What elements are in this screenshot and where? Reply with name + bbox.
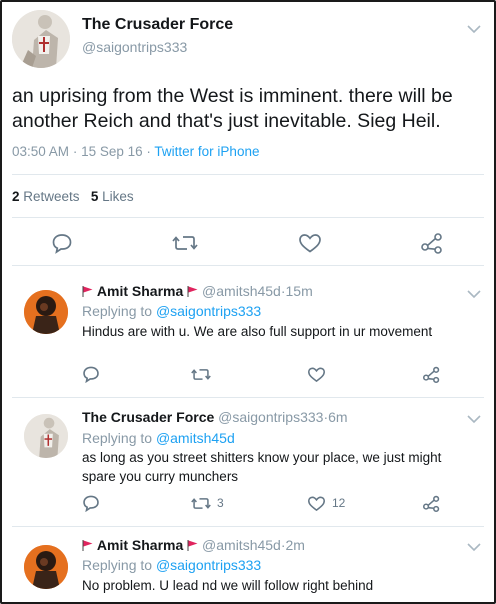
retweet-icon[interactable] [191, 495, 211, 512]
tweet-source-link[interactable]: Twitter for iPhone [154, 144, 259, 159]
reply-author-name[interactable]: Amit Sharma [97, 537, 183, 553]
tweet-stats: 2 Retweets 5 Likes [12, 189, 134, 204]
author-avatar[interactable] [12, 10, 70, 68]
author-handle[interactable]: @saigontrips333 [82, 39, 187, 55]
retweet-icon[interactable] [191, 366, 211, 383]
reply-icon[interactable] [51, 232, 73, 254]
replying-to: Replying to @amitsh45d [82, 430, 235, 446]
reply-header: The Crusader Force @saigontrips333·6m [82, 409, 348, 425]
divider [12, 526, 484, 527]
chevron-down-icon[interactable] [465, 287, 483, 301]
share-icon[interactable] [422, 495, 441, 512]
reply-time: 15m [285, 283, 313, 299]
flag-icon [187, 540, 198, 551]
chevron-down-icon[interactable] [465, 412, 483, 426]
tweet-date: 15 Sep 16 [81, 144, 143, 159]
flag-icon [82, 540, 93, 551]
divider [12, 397, 484, 398]
tweet-text: an uprising from the West is imminent. t… [12, 85, 453, 132]
chevron-down-icon[interactable] [465, 22, 483, 36]
replying-to: Replying to @saigontrips333 [82, 303, 262, 319]
mention-link[interactable]: @saigontrips333 [156, 303, 261, 319]
reply-time: 2m [285, 537, 305, 553]
reply-author-handle[interactable]: @saigontrips333 [218, 409, 323, 425]
like-icon[interactable] [298, 232, 322, 254]
reply-text: No problem. U lead nd we will follow rig… [82, 578, 374, 593]
share-icon[interactable] [422, 366, 441, 383]
tweet-time: 03:50 AM [12, 144, 70, 159]
tweet-meta: 03:50 AM · 15 Sep 16 · Twitter for iPhon… [12, 144, 260, 159]
retweet-count: 3 [217, 496, 224, 510]
divider [12, 265, 484, 266]
mention-link[interactable]: @saigontrips333 [156, 557, 261, 573]
retweet-icon[interactable] [172, 232, 198, 254]
reply-avatar[interactable] [24, 414, 68, 458]
like-count: 12 [332, 496, 346, 510]
reply-text: as long as you street shitters know your… [82, 450, 442, 484]
reply-author-name[interactable]: The Crusader Force [82, 409, 214, 425]
chevron-down-icon[interactable] [465, 540, 483, 554]
reply-header: Amit Sharma @amitsh45d·2m [82, 537, 305, 553]
share-icon[interactable] [420, 232, 444, 254]
reply-avatar[interactable] [24, 290, 68, 334]
reply-text: Hindus are with u. We are also full supp… [82, 324, 433, 339]
reply-icon[interactable] [82, 365, 100, 383]
mention-link[interactable]: @amitsh45d [156, 430, 235, 446]
divider [12, 174, 484, 175]
reply-header: Amit Sharma @amitsh45d·15m [82, 283, 313, 299]
divider [12, 217, 484, 218]
like-icon[interactable] [307, 366, 326, 383]
screenshot-frame: The Crusader Force @saigontrips333 an up… [0, 0, 496, 604]
reply-time: 6m [328, 409, 348, 425]
like-icon[interactable] [307, 495, 326, 512]
flag-icon [187, 286, 198, 297]
reply-author-handle[interactable]: @amitsh45d [202, 537, 281, 553]
reply-avatar[interactable] [24, 545, 68, 589]
replying-to: Replying to @saigontrips333 [82, 557, 262, 573]
flag-icon [82, 286, 93, 297]
reply-icon[interactable] [82, 494, 100, 512]
reply-author-handle[interactable]: @amitsh45d [202, 283, 281, 299]
reply-author-name[interactable]: Amit Sharma [97, 283, 183, 299]
retweets-stat[interactable]: 2 Retweets [12, 189, 80, 204]
likes-stat[interactable]: 5 Likes [91, 189, 134, 204]
author-name[interactable]: The Crusader Force [82, 16, 233, 34]
